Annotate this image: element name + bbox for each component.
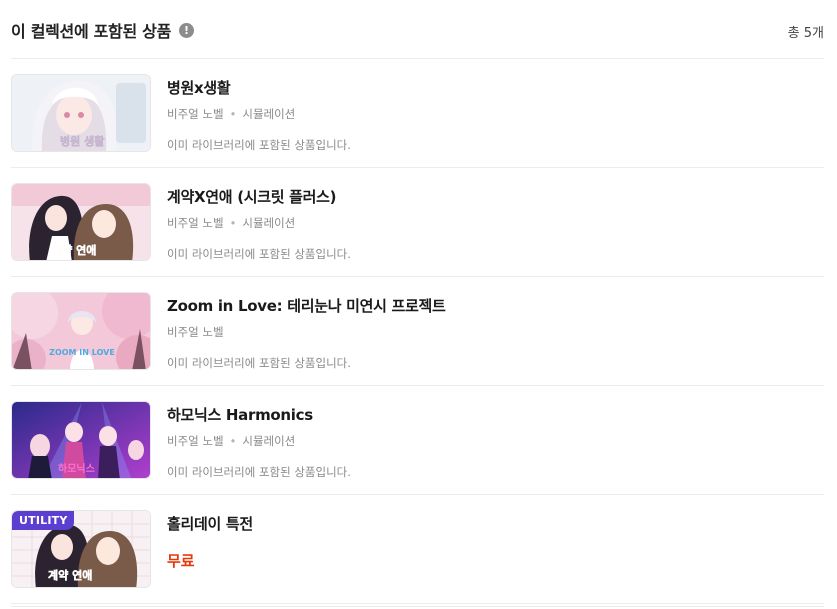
tag: 비주얼 노벨	[167, 434, 224, 448]
product-thumbnail[interactable]: 계약 연애	[11, 183, 151, 261]
tag: 시뮬레이션	[242, 216, 296, 230]
tag: 시뮬레이션	[242, 434, 296, 448]
list-item[interactable]: 하모닉스 하모닉스 Harmonics 비주얼 노벨 • 시뮬레이션 이미 라이…	[11, 386, 824, 495]
owned-note: 이미 라이브러리에 포함된 상품입니다.	[167, 247, 351, 261]
thumbnail-title: 병원 생활	[60, 134, 104, 148]
tag-separator: •	[229, 107, 237, 121]
price-label: 무료	[167, 552, 195, 570]
product-thumbnail[interactable]: 병원 생활	[11, 74, 151, 152]
list-item[interactable]: ZOOM IN LOVE Zoom in Love: 테리눈나 미연시 프로젝트…	[11, 277, 824, 386]
product-list: 병원 생활 병원x생활 비주얼 노벨 • 시뮬레이션 이미 라이브러리에 포함된…	[11, 59, 824, 604]
collection-header: 이 컬렉션에 포함된 상품 ! 총 5개	[11, 14, 824, 46]
product-name[interactable]: 병원x생활	[167, 77, 351, 98]
thumbnail-title: 계약 연애	[52, 243, 96, 257]
list-item[interactable]: 병원 생활 병원x생활 비주얼 노벨 • 시뮬레이션 이미 라이브러리에 포함된…	[11, 59, 824, 168]
thumbnail-title: 계약 연애	[48, 568, 92, 582]
product-thumbnail[interactable]: 하모닉스	[11, 401, 151, 479]
product-thumbnail[interactable]: 계약 연애 UTILITY	[11, 510, 151, 588]
utility-badge: UTILITY	[12, 511, 74, 530]
owned-note: 이미 라이브러리에 포함된 상품입니다.	[167, 465, 351, 479]
divider	[11, 606, 824, 607]
product-name[interactable]: Zoom in Love: 테리눈나 미연시 프로젝트	[167, 295, 446, 316]
thumbnail-art-3: ZOOM IN LOVE	[12, 293, 150, 369]
product-tags: 비주얼 노벨 • 시뮬레이션	[167, 106, 351, 122]
product-info: Zoom in Love: 테리눈나 미연시 프로젝트 비주얼 노벨 이미 라이…	[167, 295, 446, 371]
tag: 시뮬레이션	[242, 107, 296, 121]
info-icon[interactable]: !	[179, 23, 195, 38]
tag-separator: •	[229, 216, 237, 230]
product-info: 하모닉스 Harmonics 비주얼 노벨 • 시뮬레이션 이미 라이브러리에 …	[167, 404, 351, 480]
product-thumbnail[interactable]: ZOOM IN LOVE	[11, 292, 151, 370]
product-info: 계약X연애 (시크릿 플러스) 비주얼 노벨 • 시뮬레이션 이미 라이브러리에…	[167, 186, 351, 262]
owned-note: 이미 라이브러리에 포함된 상품입니다.	[167, 356, 351, 370]
product-info: 병원x생활 비주얼 노벨 • 시뮬레이션 이미 라이브러리에 포함된 상품입니다…	[167, 77, 351, 153]
thumbnail-art-4: 하모닉스	[12, 402, 150, 478]
thumbnail-art-1: 병원 생활	[12, 75, 150, 151]
thumbnail-title: ZOOM IN LOVE	[49, 348, 115, 357]
product-tags: 비주얼 노벨 • 시뮬레이션	[167, 433, 351, 449]
owned-note: 이미 라이브러리에 포함된 상품입니다.	[167, 138, 351, 152]
product-tags: 비주얼 노벨 • 시뮬레이션	[167, 215, 351, 231]
tag: 비주얼 노벨	[167, 325, 224, 339]
section-title: 이 컬렉션에 포함된 상품	[11, 22, 172, 41]
list-item[interactable]: 계약 연애 계약X연애 (시크릿 플러스) 비주얼 노벨 • 시뮬레이션 이미 …	[11, 168, 824, 277]
tag-separator: •	[229, 434, 237, 448]
product-name[interactable]: 홀리데이 특전	[167, 513, 253, 534]
list-item[interactable]: 계약 연애 UTILITY 홀리데이 특전 무료	[11, 495, 824, 604]
tag: 비주얼 노벨	[167, 107, 224, 121]
product-name[interactable]: 하모닉스 Harmonics	[167, 404, 351, 425]
tag: 비주얼 노벨	[167, 216, 224, 230]
product-name[interactable]: 계약X연애 (시크릿 플러스)	[167, 186, 351, 207]
thumbnail-title: 하모닉스	[58, 462, 95, 475]
thumbnail-art-2: 계약 연애	[12, 184, 150, 260]
product-tags: 비주얼 노벨	[167, 324, 446, 340]
product-info: 홀리데이 특전 무료	[167, 513, 253, 571]
item-count: 총 5개	[787, 26, 824, 41]
